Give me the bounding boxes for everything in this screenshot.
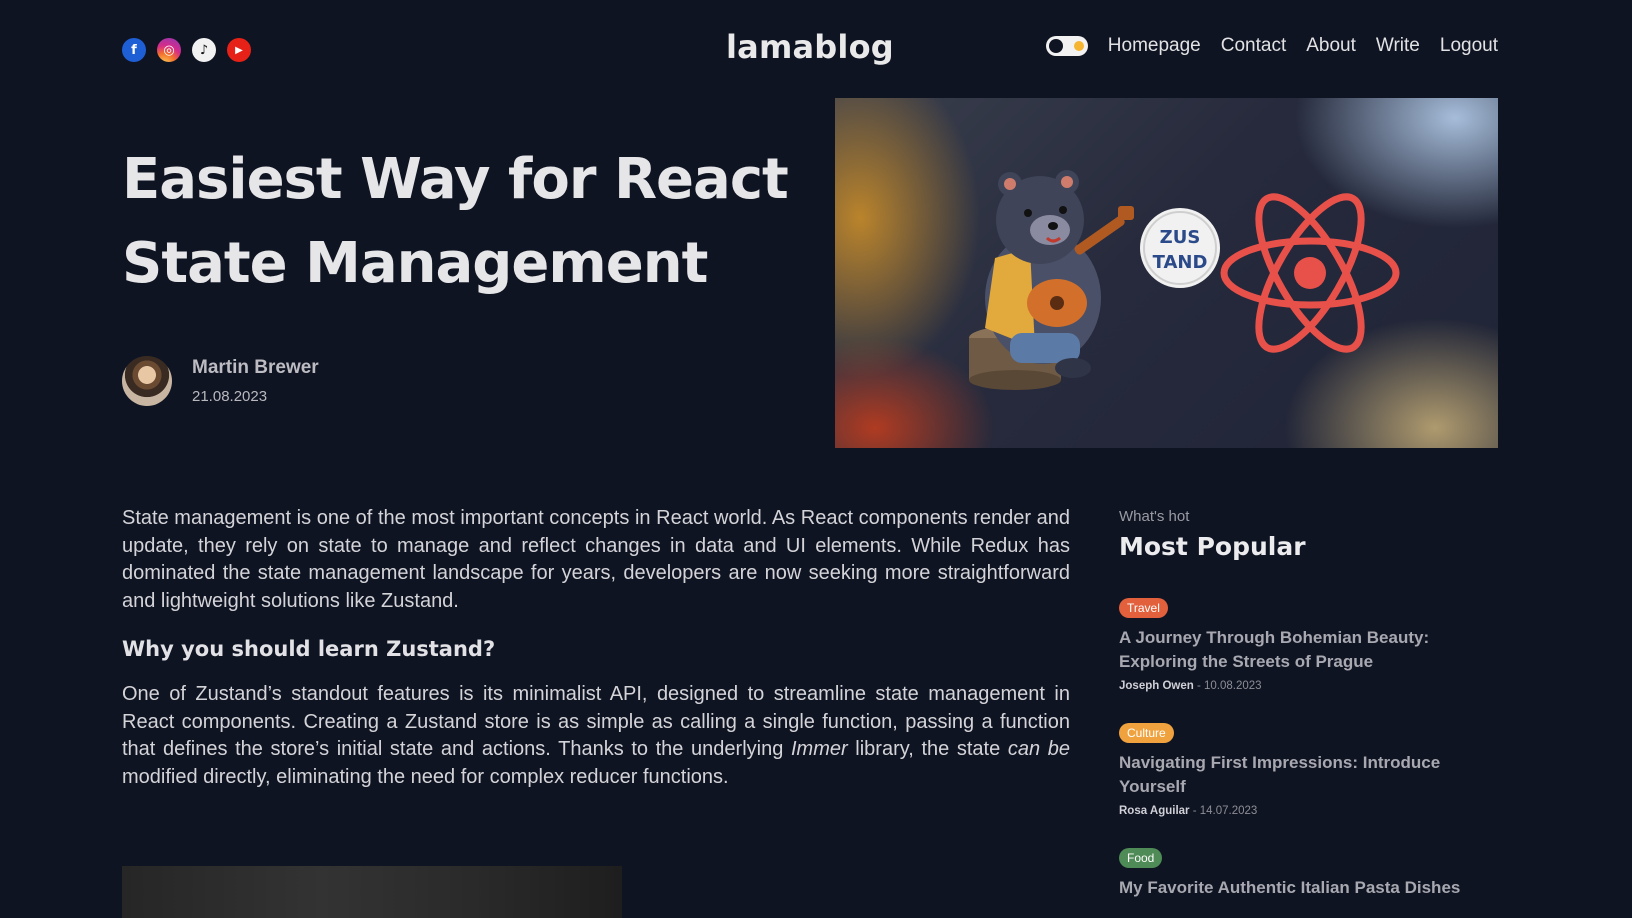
post-date: 21.08.2023	[192, 388, 268, 405]
category-badge[interactable]: Food	[1119, 848, 1163, 868]
nav-contact-link[interactable]: Contact	[1221, 35, 1286, 57]
popular-post-title[interactable]: Navigating First Impressions: Introduce …	[1119, 751, 1449, 799]
nav-links: Homepage Contact About Write Logout	[1045, 35, 1498, 57]
post-author: Martin Brewer 21.08.2023	[122, 356, 319, 406]
popular-post-meta: Rosa Aguilar - 14.07.2023	[1119, 805, 1258, 817]
tiktok-icon[interactable]: ♪	[192, 38, 216, 62]
hero-illustration: ZUS TAND	[969, 170, 1400, 390]
post-paragraph: State management is one of the most impo…	[122, 507, 1070, 612]
sidebar-kicker: What's hot	[1119, 508, 1190, 525]
sidebar-most-popular: What's hot Most Popular Travel A Journey…	[1119, 508, 1499, 900]
post-title: Easiest Way for React State Management	[122, 138, 802, 306]
sidebar-title: Most Popular	[1119, 532, 1306, 561]
site-logo[interactable]: lamablog	[726, 28, 894, 66]
avatar	[122, 356, 172, 406]
nav-logout-link[interactable]: Logout	[1440, 35, 1498, 57]
post-content: State management is one of the most impo…	[122, 505, 1070, 791]
instagram-icon[interactable]: ◎	[157, 38, 181, 62]
svg-text:TAND: TAND	[1153, 252, 1208, 273]
youtube-icon[interactable]: ▶	[227, 38, 251, 62]
popular-post-meta: Joseph Owen - 10.08.2023	[1119, 680, 1262, 692]
blog-post-page: f ◎ ♪ ▶ lamablog Homepage Contact About …	[0, 0, 1632, 918]
facebook-icon[interactable]: f	[122, 38, 146, 62]
zustand-badge-text: ZUS	[1160, 227, 1201, 248]
nav-homepage-link[interactable]: Homepage	[1108, 35, 1201, 57]
theme-toggle[interactable]	[1045, 36, 1088, 56]
toggle-knob	[1048, 39, 1063, 53]
post-hero-image: ZUS TAND	[835, 98, 1498, 448]
nav-write-link[interactable]: Write	[1376, 35, 1420, 57]
navbar: f ◎ ♪ ▶ lamablog Homepage Contact About …	[122, 28, 1498, 68]
social-links: f ◎ ♪ ▶	[122, 38, 251, 62]
popular-post-item[interactable]: Food My Favorite Authentic Italian Pasta…	[1119, 847, 1499, 900]
author-name: Martin Brewer	[192, 357, 319, 378]
post-title-line-1: Easiest Way for React	[122, 147, 789, 212]
author-info: Martin Brewer 21.08.2023	[192, 357, 319, 405]
category-badge[interactable]: Culture	[1119, 723, 1174, 743]
nav-about-link[interactable]: About	[1306, 35, 1356, 57]
post-subheading: Why you should learn Zustand?	[122, 637, 496, 661]
popular-post-item[interactable]: Culture Navigating First Impressions: In…	[1119, 722, 1499, 817]
post-title-line-2: State Management	[122, 231, 708, 296]
popular-post-title[interactable]: My Favorite Authentic Italian Pasta Dish…	[1119, 876, 1499, 900]
category-badge[interactable]: Travel	[1119, 598, 1168, 618]
post-paragraph: One of Zustand’s standout features is it…	[122, 683, 1070, 788]
sun-icon	[1073, 41, 1084, 51]
popular-post-title[interactable]: A Journey Through Bohemian Beauty: Explo…	[1119, 626, 1449, 674]
popular-post-item[interactable]: Travel A Journey Through Bohemian Beauty…	[1119, 597, 1499, 692]
post-inline-image	[122, 866, 622, 918]
